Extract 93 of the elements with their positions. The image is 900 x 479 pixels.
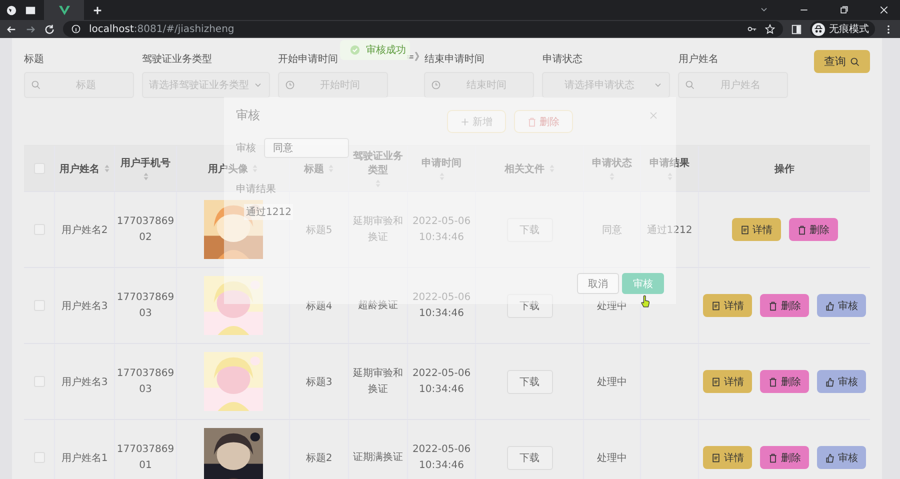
column-header[interactable]: 用户姓名 <box>60 162 100 176</box>
filter-label: 结束申请时间 <box>424 52 486 66</box>
text-area[interactable]: 通过1212 <box>244 204 294 220</box>
table-cell-text: 用户姓名3 <box>61 300 108 312</box>
review-button[interactable]: 审核 <box>817 294 866 317</box>
thumbs-up-icon <box>825 452 835 462</box>
hand-cursor-icon <box>641 295 650 308</box>
select-field[interactable]: 同意 <box>264 138 349 158</box>
search-icon <box>850 56 860 66</box>
table-cell-text: 17703786903 <box>116 290 174 320</box>
details-button[interactable]: 详情 <box>703 370 752 393</box>
document-icon <box>711 452 721 462</box>
table-cell-text: 2022-05-06 10:34:46 <box>411 214 472 244</box>
table-cell-text: 17703786903 <box>116 366 174 396</box>
sidebar-icon[interactable] <box>791 24 802 34</box>
details-button[interactable]: 详情 <box>703 446 752 469</box>
download-button[interactable]: 下载 <box>506 446 552 470</box>
table-cell-text: 用户姓名2 <box>61 224 108 236</box>
details-button[interactable]: 详情 <box>732 218 780 241</box>
thumbs-up-icon <box>825 376 835 386</box>
review-button[interactable]: 审核 <box>817 446 866 469</box>
search-button[interactable]: 查询 <box>814 50 870 73</box>
delete-button[interactable]: 删除 <box>760 294 809 317</box>
field-label: 审核 <box>236 142 256 155</box>
details-button[interactable]: 详情 <box>703 294 752 317</box>
incognito-icon <box>812 22 825 36</box>
search-icon <box>685 80 696 90</box>
table-cell-text: 2022-05-06 10:34:46 <box>411 442 472 472</box>
download-button[interactable]: 下载 <box>506 294 552 318</box>
document-icon <box>740 224 750 234</box>
table-cell-text: 标题5 <box>306 224 332 236</box>
new-tab-icon[interactable] <box>92 4 103 16</box>
trash-icon <box>768 452 778 462</box>
table-cell-text: 2022-05-06 10:34:46 <box>411 366 472 396</box>
filter-label: 驾驶证业务类型 <box>142 52 213 66</box>
window-icon[interactable] <box>25 4 36 16</box>
table-cell-text: 超龄换证 <box>357 298 399 312</box>
table-cell-text: 17703786901 <box>116 442 174 472</box>
document-icon <box>711 376 721 386</box>
table-cell-text: 同意 <box>602 224 622 236</box>
filter-label: 标题 <box>24 52 45 66</box>
column-header[interactable]: 操作 <box>774 162 794 176</box>
trash-icon <box>526 116 536 126</box>
clock-icon <box>431 80 442 90</box>
forward-icon[interactable] <box>25 24 36 34</box>
success-toast: 审核成功 <box>340 40 410 60</box>
table-cell-text: 通过1212 <box>646 224 692 236</box>
reload-icon[interactable] <box>44 24 55 34</box>
column-header[interactable]: 用户头像 <box>208 162 248 176</box>
table-cell-text: 处理中 <box>597 300 627 312</box>
trash-icon <box>768 300 778 310</box>
trash-icon <box>796 224 806 234</box>
address-field[interactable]: localhost:8081/#/jiashizheng <box>63 21 783 37</box>
filter-label: 申请状态 <box>542 52 584 66</box>
filter-label: 开始申请时间 <box>278 52 339 66</box>
table-cell-text: 处理中 <box>597 452 627 464</box>
table-cell-text: 标题2 <box>306 452 332 464</box>
column-header[interactable]: 用户手机号 <box>120 156 170 170</box>
table-cell-text: 标题3 <box>306 376 332 388</box>
clock-icon <box>285 80 295 90</box>
delete-button[interactable]: 删除 <box>760 370 809 393</box>
search-icon <box>31 80 41 90</box>
filter-label: 用户姓名 <box>678 52 720 66</box>
star-icon[interactable] <box>765 24 775 34</box>
table-cell-text: 延期审验和换证 <box>352 366 404 396</box>
trash-icon <box>768 376 778 386</box>
restore-icon[interactable] <box>839 5 849 15</box>
table-cell-text: 用户姓名1 <box>61 452 108 464</box>
key-icon[interactable] <box>747 24 757 34</box>
thumbs-up-icon <box>825 300 835 310</box>
table-cell-text: 标题4 <box>306 300 332 312</box>
cancel-button[interactable]: 取消 <box>577 273 619 294</box>
v-logo-icon <box>58 4 70 16</box>
info-icon <box>71 24 81 34</box>
delete-button[interactable]: 删除 <box>788 218 838 241</box>
table-cell-text: 17703786902 <box>116 214 174 244</box>
field-label: 申请结果 <box>236 182 276 196</box>
table-cell-text: 用户姓名3 <box>61 376 108 388</box>
download-button[interactable]: 下载 <box>506 370 552 394</box>
review-button[interactable]: 审核 <box>817 370 866 393</box>
browser-tab[interactable] <box>44 0 84 20</box>
incognito-badge[interactable]: 无痕模式 <box>810 21 875 37</box>
table-cell-text: 证期满换证 <box>352 450 404 464</box>
close-icon[interactable] <box>879 5 889 15</box>
table-cell-text: 2022-05-06 10:34:46 <box>411 290 472 320</box>
dialog-title: 审核 <box>236 107 260 124</box>
back-icon[interactable] <box>6 24 17 34</box>
table-cell-text: 处理中 <box>597 376 627 388</box>
table-cell-text: 延期审验和换证 <box>352 214 404 244</box>
document-icon <box>711 300 721 310</box>
check-circle-icon <box>350 45 360 55</box>
delete-button[interactable]: 删除 <box>760 446 809 469</box>
plus-icon <box>460 116 470 126</box>
